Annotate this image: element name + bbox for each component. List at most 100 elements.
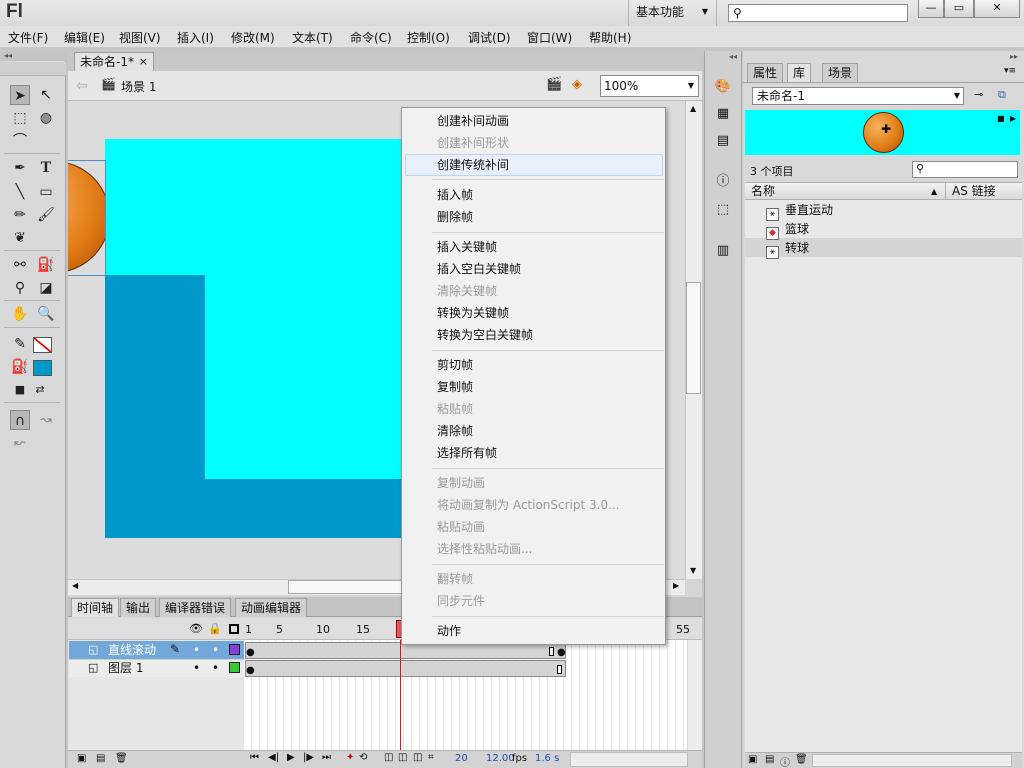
restore-button[interactable]: ▭ (944, 0, 974, 18)
lock-dot[interactable]: • (212, 641, 219, 659)
frame-span[interactable] (245, 660, 566, 677)
preview-stop-icon[interactable]: ■ (997, 114, 1005, 123)
menu-edit[interactable]: 编辑(E) (64, 29, 105, 46)
document-tab[interactable]: 未命名-1* × (74, 52, 154, 71)
selected-basketball-instance[interactable] (68, 160, 106, 276)
sort-asc-icon[interactable]: ▲ (931, 183, 937, 200)
layer-name[interactable]: 直线滚动 (108, 641, 156, 659)
pin-library-icon[interactable]: ⊸ (974, 88, 983, 101)
transform-icon[interactable]: ⬚ (712, 200, 734, 220)
play-icon[interactable]: ▶ (287, 752, 295, 763)
scroll-up-icon[interactable]: ▲ (690, 104, 696, 113)
center-frame-icon[interactable]: ✦ (346, 752, 354, 763)
onion-outline-icon[interactable]: ◫ (398, 752, 407, 763)
onion-skin-icon[interactable]: ◫ (384, 752, 393, 763)
delete-item-icon[interactable]: 🗑 (795, 754, 808, 765)
frame-rate[interactable]: 12.00 (486, 753, 515, 764)
library-item[interactable]: ⚹ 垂直运动 (766, 201, 833, 221)
menu-item-cut-frames[interactable]: 剪切帧 (437, 355, 473, 375)
swatches-icon[interactable]: ▦ (712, 104, 734, 124)
horizontal-scroll-thumb[interactable] (288, 580, 408, 594)
tab-compiler-errors[interactable]: 编译器错误 (159, 598, 232, 617)
visibility-dot[interactable]: • (193, 641, 200, 659)
eyedropper-tool-icon[interactable]: ⚲ (10, 278, 30, 298)
menu-item-create-classic-tween[interactable]: 创建传统补间 (405, 154, 663, 176)
menu-modify[interactable]: 修改(M) (231, 29, 275, 46)
library-horizontal-scrollbar[interactable] (812, 754, 1012, 767)
go-first-frame-icon[interactable]: ⏮ (250, 752, 259, 763)
menu-item-create-motion-tween[interactable]: 创建补间动画 (437, 111, 509, 131)
menu-item-copy-frames[interactable]: 复制帧 (437, 377, 473, 397)
swap-colors-icon[interactable]: ⇄ (30, 380, 50, 400)
preview-play-icon[interactable]: ▶ (1010, 114, 1016, 123)
menu-commands[interactable]: 命令(C) (350, 29, 392, 46)
expand-panels-icon[interactable]: ◂◂ (729, 52, 737, 61)
menu-file[interactable]: 文件(F) (8, 29, 48, 46)
library-search-input[interactable]: ⚲ (912, 161, 1018, 178)
tab-properties[interactable]: 属性 (747, 63, 784, 82)
lock-dot[interactable]: • (212, 659, 219, 677)
menu-item-convert-to-blank-keyframe[interactable]: 转换为空白关键帧 (437, 325, 533, 345)
properties-icon[interactable]: ⓘ (780, 754, 790, 768)
components-icon[interactable]: ▥ (712, 241, 734, 261)
layer-color-swatch[interactable] (229, 662, 240, 673)
scroll-left-icon[interactable]: ◀ (72, 581, 78, 590)
column-name[interactable]: 名称 (751, 183, 775, 200)
delete-layer-icon[interactable]: 🗑 (115, 753, 128, 764)
menu-item-remove-frames[interactable]: 删除帧 (437, 207, 473, 227)
menu-view[interactable]: 视图(V) (119, 29, 161, 46)
new-layer-icon[interactable]: ▣ (77, 753, 86, 764)
rectangle-tool-icon[interactable]: ▭ (36, 182, 56, 202)
scroll-right-icon[interactable]: ▶ (673, 581, 679, 590)
menu-item-actions[interactable]: 动作 (437, 621, 461, 641)
panel-menu-icon[interactable]: ▾≡ (1004, 66, 1016, 76)
step-back-icon[interactable]: ◀| (268, 752, 279, 763)
menu-window[interactable]: 窗口(W) (527, 29, 572, 46)
back-arrow-icon[interactable]: ⇦ (76, 78, 88, 94)
bone-tool-icon[interactable]: ⚯ (10, 255, 30, 275)
menu-debug[interactable]: 调试(D) (468, 29, 511, 46)
pen-tool-icon[interactable]: ✒ (10, 158, 30, 178)
menu-item-insert-blank-keyframe[interactable]: 插入空白关键帧 (437, 259, 521, 279)
minimize-button[interactable]: — (918, 0, 944, 18)
scroll-down-icon[interactable]: ▼ (690, 566, 696, 575)
panel-collapse-grip[interactable]: ◂◂ (0, 51, 66, 61)
fill-color-swatch[interactable] (33, 360, 52, 376)
free-transform-tool-icon[interactable]: ⬚ (10, 108, 30, 128)
layer-color-swatch[interactable] (229, 644, 240, 655)
new-symbol-icon[interactable]: ▣ (748, 754, 757, 765)
library-item[interactable]: ◆ 篮球 (766, 220, 809, 240)
hand-tool-icon[interactable]: ✋ (10, 304, 30, 324)
menu-text[interactable]: 文本(T) (292, 29, 333, 46)
menu-control[interactable]: 控制(O) (407, 29, 450, 46)
menu-item-clear-frames[interactable]: 清除帧 (437, 421, 473, 441)
pencil-tool-icon[interactable]: ✏ (10, 205, 30, 225)
zoom-tool-icon[interactable]: 🔍 (36, 304, 56, 324)
subselection-tool-icon[interactable]: ↖ (36, 85, 56, 105)
line-tool-icon[interactable]: ╲ (10, 182, 30, 202)
edit-multiple-frames-icon[interactable]: ◫ (413, 752, 422, 763)
library-document-select[interactable]: 未命名-1 ▼ (752, 87, 964, 105)
info-icon[interactable]: ⓘ (712, 172, 734, 192)
keyframe-dot[interactable]: ● (246, 647, 255, 658)
go-last-frame-icon[interactable]: ⏭ (322, 752, 331, 763)
menu-help[interactable]: 帮助(H) (589, 29, 631, 46)
help-search-input[interactable]: ⚲ (728, 4, 908, 22)
tab-output[interactable]: 输出 (120, 598, 157, 617)
close-tab-icon[interactable]: × (139, 53, 148, 71)
loop-icon[interactable]: ⟲ (359, 752, 367, 763)
tab-library[interactable]: 库 (787, 63, 812, 82)
straighten-icon[interactable]: ↜ (10, 433, 30, 453)
new-library-panel-icon[interactable]: ⧉ (998, 88, 1006, 102)
menu-item-select-all-frames[interactable]: 选择所有帧 (437, 443, 497, 463)
color-palette-icon[interactable]: 🎨 (712, 77, 734, 97)
visibility-dot[interactable]: • (193, 659, 200, 677)
brush-tool-icon[interactable]: 🖌 (36, 205, 56, 225)
onion-markers-icon[interactable]: ⌗ (428, 752, 434, 763)
workspace-switcher[interactable]: 基本功能 ▼ (636, 3, 710, 21)
lock-icon[interactable]: 🔒 (208, 622, 222, 635)
keyframe-dot[interactable]: ● (557, 647, 566, 658)
snap-magnet-icon[interactable]: ∩ (10, 410, 30, 430)
align-icon[interactable]: ▤ (712, 131, 734, 151)
column-as-linkage[interactable]: AS 链接 (952, 183, 996, 200)
